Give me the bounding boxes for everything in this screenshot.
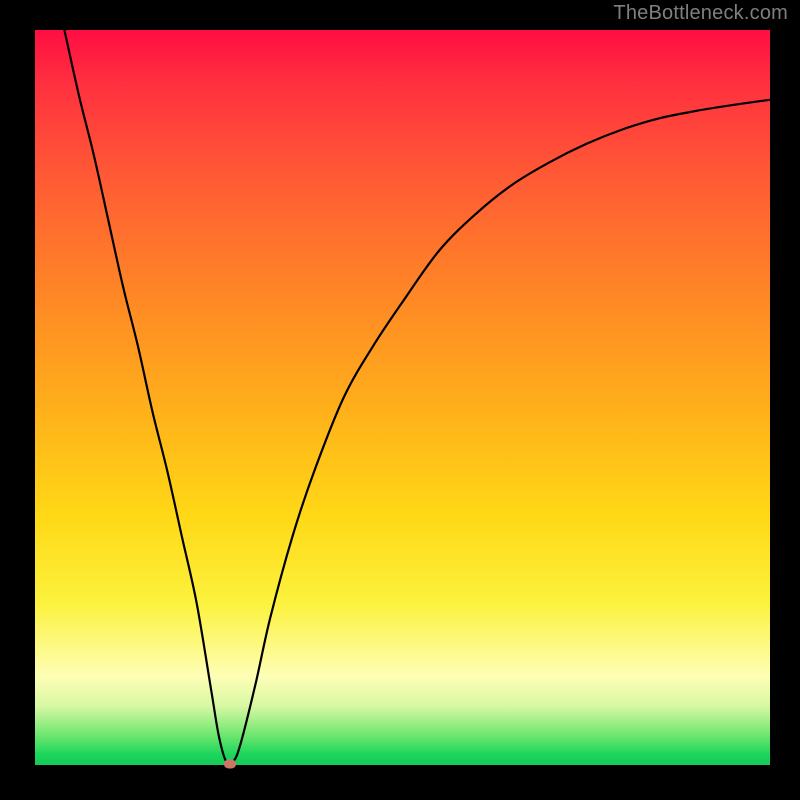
plot-area xyxy=(35,30,770,765)
bottleneck-curve xyxy=(64,30,770,764)
plot-frame: TheBottleneck.com xyxy=(0,0,800,800)
curve-layer xyxy=(35,30,770,765)
optimum-marker xyxy=(224,759,236,768)
watermark-text: TheBottleneck.com xyxy=(613,2,788,25)
chart-root: TheBottleneck.com xyxy=(0,0,800,800)
